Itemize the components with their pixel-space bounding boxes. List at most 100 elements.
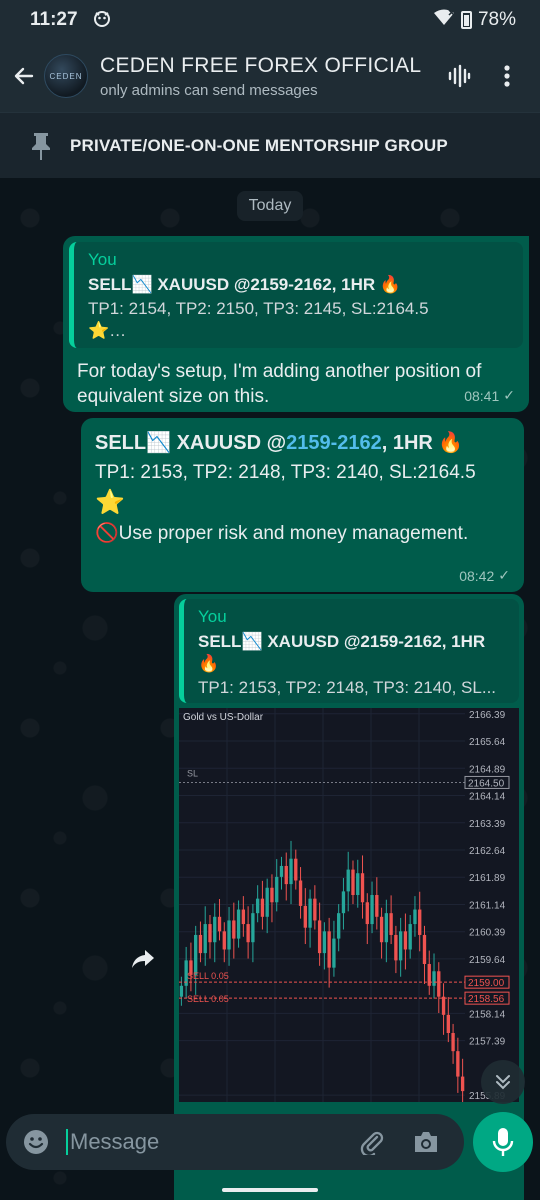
battery-icon <box>460 11 472 29</box>
y-tick-label: 2164.14 <box>469 792 506 803</box>
star-emoji: ⭐ <box>95 489 125 516</box>
quote-author: You <box>198 607 227 626</box>
y-tick-label: 2160.39 <box>469 928 506 939</box>
candle-body <box>260 898 265 917</box>
candle-body <box>432 971 436 986</box>
scroll-down-button[interactable] <box>481 1060 525 1104</box>
status-bar: 11:27 78% <box>0 0 540 40</box>
message-text: SELL📉 XAUUSD @ <box>95 432 287 454</box>
pin-icon <box>24 129 58 163</box>
candle-body <box>270 887 274 903</box>
candle-body <box>365 902 369 925</box>
message-time: 08:41 <box>464 387 500 404</box>
pinned-message-banner[interactable]: PRIVATE/ONE-ON-ONE MENTORSHIP GROUP <box>0 112 540 178</box>
wifi-icon <box>433 9 455 31</box>
voice-chat-icon[interactable] <box>444 61 474 91</box>
message-input[interactable] <box>66 1129 346 1155</box>
chat-area[interactable]: Today You SELL📉 XAUUSD @2159-2162, 1HR 🔥… <box>0 178 540 1200</box>
y-tick-label: 2157.39 <box>469 1037 506 1048</box>
candle-body <box>456 1051 460 1077</box>
candle-body <box>437 971 441 997</box>
candle-body <box>398 931 403 961</box>
candle-body <box>389 913 393 935</box>
message-bubble-outgoing[interactable]: You SELL📉 XAUUSD @2159-2162, 1HR 🔥 TP1: … <box>63 236 529 412</box>
candle-body <box>422 934 427 965</box>
y-tick-label: 2161.89 <box>469 873 506 884</box>
sell-order-label: SELL 0.05 <box>187 971 229 981</box>
stop-loss-price: 2164.50 <box>468 778 505 789</box>
quoted-message[interactable]: You SELL📉 XAUUSD @2159-2162, 1HR 🔥 TP1: … <box>69 242 523 348</box>
candle-body <box>460 1076 465 1092</box>
quote-line: TP1: 2153, TP2: 2148, TP3: 2140, SL... <box>198 678 497 697</box>
candle-body <box>341 891 346 914</box>
message-composer <box>6 1114 464 1170</box>
candle-body <box>313 898 317 921</box>
date-chip: Today <box>237 191 303 221</box>
pinned-text: PRIVATE/ONE-ON-ONE MENTORSHIP GROUP <box>70 135 448 155</box>
candle-body <box>351 869 355 896</box>
emoji-icon[interactable] <box>16 1122 56 1162</box>
forward-icon[interactable] <box>122 938 164 980</box>
candle-body <box>213 916 217 943</box>
sell-order-label: SELL 0.05 <box>187 994 229 1004</box>
candle-body <box>413 909 417 925</box>
candle-body <box>179 985 184 997</box>
candle-body <box>232 920 236 939</box>
chat-header: CEDEN CEDEN FREE FOREX OFFICIAL only adm… <box>0 40 540 112</box>
candle-body <box>451 1033 455 1052</box>
candle-body <box>327 931 331 968</box>
quote-line: SELL📉 XAUUSD @2159-2162, 1HR <box>198 632 486 651</box>
y-tick-label: 2165.64 <box>469 737 506 748</box>
chat-title: CEDEN FREE FOREX OFFICIAL <box>100 53 422 77</box>
candle-body <box>418 909 422 935</box>
candle-body <box>332 938 336 968</box>
candle-body <box>317 920 322 954</box>
battery-percent: 78% <box>477 9 516 30</box>
avatar[interactable]: CEDEN <box>44 54 88 98</box>
price-range-link[interactable]: 2159-2162 <box>286 432 382 454</box>
image-message-bubble[interactable]: You SELL📉 XAUUSD @2159-2162, 1HR 🔥 TP1: … <box>174 594 524 1200</box>
chart-title: Gold vs US-Dollar <box>183 712 264 723</box>
status-time: 11:27 <box>30 9 78 30</box>
message-text: For today's setup, I'm adding another po… <box>77 361 482 407</box>
message-bubble-outgoing[interactable]: SELL📉 XAUUSD @2159-2162, 1HR 🔥 TP1: 2153… <box>81 418 524 592</box>
candle-body <box>403 931 408 950</box>
quote-line: ⭐… <box>88 321 127 340</box>
candle-body <box>370 895 374 925</box>
candle-body <box>441 996 446 1015</box>
attach-icon[interactable] <box>354 1124 390 1160</box>
sent-check-icon: ✓ <box>503 387 515 403</box>
candle-body <box>394 934 398 961</box>
candle-body <box>375 895 379 917</box>
y-tick-label: 2159.64 <box>469 955 506 966</box>
message-time: 08:42 <box>459 567 495 584</box>
microphone-icon <box>492 1128 514 1156</box>
candle-body <box>208 924 212 943</box>
quote-line: 🔥 <box>198 654 220 673</box>
candle-body <box>279 865 284 877</box>
chat-subtitle: only admins can send messages <box>100 81 318 99</box>
quoted-message[interactable]: You SELL📉 XAUUSD @2159-2162, 1HR 🔥 TP1: … <box>179 599 519 703</box>
candle-body <box>227 920 231 950</box>
candle-body <box>251 913 255 943</box>
y-tick-label: 2162.64 <box>469 846 506 857</box>
avatar-text: CEDEN <box>49 71 83 81</box>
candle-body <box>265 887 269 917</box>
candle-body <box>356 873 360 896</box>
sell-order-price: 2159.00 <box>468 978 505 989</box>
quote-author: You <box>88 250 117 269</box>
camera-icon[interactable] <box>408 1124 444 1160</box>
candle-body <box>289 858 293 885</box>
chat-info[interactable]: CEDEN FREE FOREX OFFICIAL only admins ca… <box>100 54 430 99</box>
message-line: TP1: 2153, TP2: 2148, TP3: 2140, SL:2164… <box>95 462 476 483</box>
chart-image[interactable]: 2166.39 2165.64 2164.89 2164.14 2163.39 2162.… <box>179 708 519 1102</box>
candle-body <box>346 869 350 892</box>
sent-check-icon: ✓ <box>498 567 510 583</box>
stop-loss-label: SL <box>187 768 198 778</box>
more-options-icon[interactable] <box>492 61 522 91</box>
candle-body <box>322 931 327 954</box>
voice-record-button[interactable] <box>473 1112 533 1172</box>
candle-body <box>294 858 298 881</box>
candle-body <box>203 924 207 954</box>
back-arrow-icon[interactable] <box>4 56 44 96</box>
